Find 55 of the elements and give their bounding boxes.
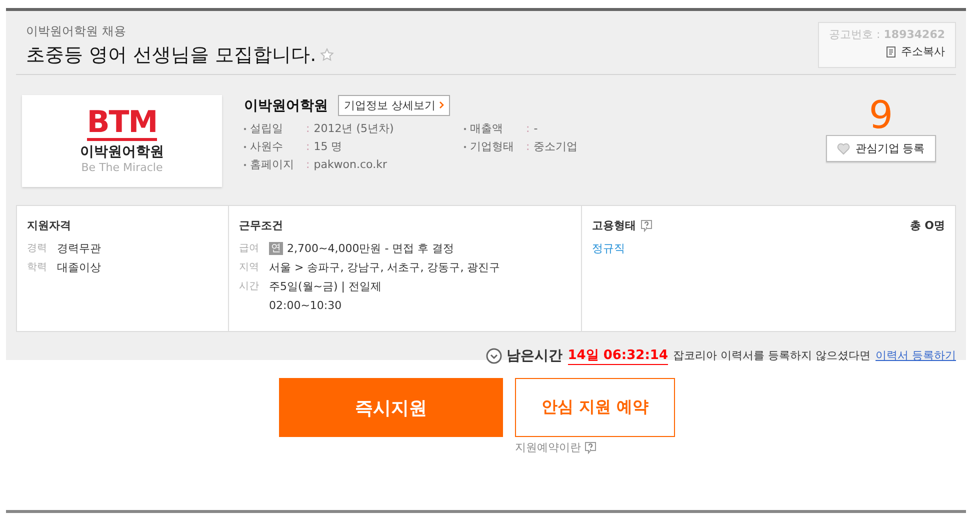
field-label: 급여 [239, 243, 259, 254]
copy-address-link[interactable]: 주소복사 [886, 44, 945, 59]
field-label: 학력 [27, 262, 47, 273]
field-value: 02:00~10:30 [269, 298, 342, 314]
field-value: 대졸이상 [57, 260, 101, 276]
fact-label: 사원수 [250, 139, 284, 154]
help-icon[interactable] [584, 441, 597, 454]
field-value: 서울 > 송파구, 강남구, 서초구, 강동구, 광진구 [269, 260, 500, 276]
separator: : [306, 140, 310, 153]
star-icon[interactable] [320, 48, 334, 62]
field-label: 경력 [27, 243, 47, 254]
field-label: 시간 [239, 281, 259, 292]
employment-type-link[interactable]: 정규직 [592, 239, 625, 258]
interest-button[interactable]: 관심기업 등록 [826, 135, 936, 162]
notice-number: 18934262 [884, 28, 945, 41]
section-title: 근무조건 [239, 218, 283, 233]
fact-value: - [534, 122, 538, 135]
notice-label: 공고번호 : [829, 28, 880, 41]
heart-icon [837, 142, 850, 154]
fact-value: 중소기업 [534, 139, 578, 154]
apply-button[interactable]: 즉시지원 [279, 378, 503, 437]
fact-label: 설립일 [250, 121, 284, 136]
remaining-time: 14일 06:32:14 [568, 346, 668, 365]
headcount: 총 O명 [910, 218, 945, 233]
help-icon[interactable] [640, 219, 653, 232]
field-value: 2,700~4,000만원 - 면접 후 결정 [287, 241, 454, 257]
remaining-label: 남은시간 [506, 346, 563, 364]
chevron-icon [439, 101, 444, 109]
interest-count: 9 [868, 95, 894, 135]
section-title: 지원자격 [27, 218, 71, 233]
fact-label: 매출액 [470, 121, 504, 136]
salary-type-badge: 연 [269, 242, 283, 255]
company-name: 이박원어학원 [244, 96, 328, 114]
company-caption: 이박원어학원 채용 [26, 23, 127, 40]
job-title: 초중등 영어 선생님을 모집합니다. [26, 43, 316, 68]
section-title: 고용형태 [592, 218, 636, 233]
field-value: 주5일(월~금) | 전일제 [269, 279, 382, 295]
fact-value: 15 명 [314, 139, 342, 154]
document-icon [886, 46, 898, 58]
separator: : [306, 122, 310, 135]
company-detail-button[interactable]: 기업정보 상세보기 [338, 95, 450, 116]
fact-label: 기업형태 [470, 139, 515, 154]
register-resume-link[interactable]: 이력서 등록하기 [876, 348, 956, 363]
separator: : [526, 122, 530, 135]
fact-value: pakwon.co.kr [314, 158, 387, 171]
reserve-help-link[interactable]: 지원예약이란 [515, 440, 581, 455]
separator: : [306, 158, 310, 171]
field-value: 경력무관 [57, 241, 101, 257]
resume-note: 잡코리아 이력서를 등록하지 않으셨다면 [673, 348, 870, 363]
field-label: 지역 [239, 262, 259, 273]
separator: : [526, 140, 530, 153]
company-logo: BTM 이박원어학원 Be The Miracle [22, 95, 222, 187]
fact-label: 홈페이지 [250, 157, 295, 172]
reserve-button[interactable]: 안심 지원 예약 [515, 378, 675, 437]
fact-value: 2012년 (5년차) [314, 121, 394, 136]
